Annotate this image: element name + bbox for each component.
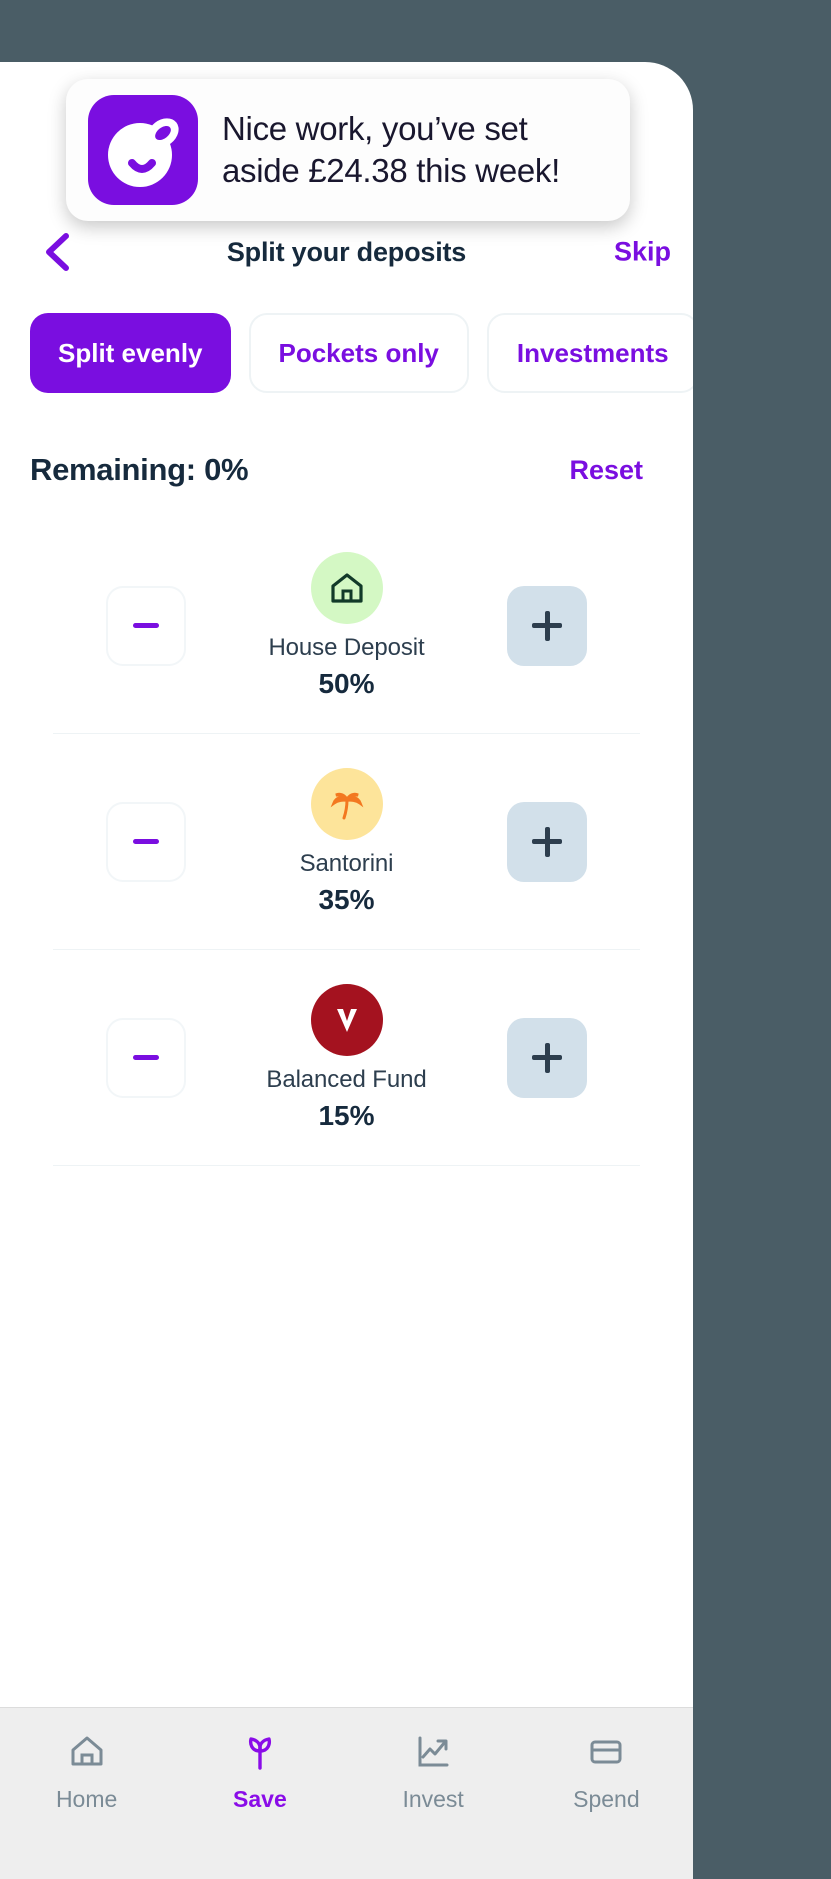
allocation-list: House Deposit 50% xyxy=(0,518,693,1166)
nav-item-home[interactable]: Home xyxy=(0,1730,173,1813)
remaining-label: Remaining: 0% xyxy=(30,452,248,488)
increase-house-deposit-button[interactable] xyxy=(507,586,587,666)
tab-split-evenly[interactable]: Split evenly xyxy=(30,313,231,393)
palm-tree-icon xyxy=(311,768,383,840)
toast-notification[interactable]: Nice work, you’ve set aside £24.38 this … xyxy=(66,79,630,221)
tab-pockets-only[interactable]: Pockets only xyxy=(249,313,469,393)
card-icon xyxy=(584,1730,628,1774)
increase-santorini-button[interactable] xyxy=(507,802,587,882)
tab-bar: Split evenly Pockets only Investments xyxy=(0,313,693,393)
toast-message: Nice work, you’ve set aside £24.38 this … xyxy=(222,108,608,192)
minus-icon xyxy=(133,839,159,844)
reset-button[interactable]: Reset xyxy=(569,455,643,486)
allocation-name: House Deposit xyxy=(268,634,424,662)
tab-label: Split evenly xyxy=(58,338,203,369)
increase-balanced-fund-button[interactable] xyxy=(507,1018,587,1098)
nav-item-spend[interactable]: Spend xyxy=(520,1730,693,1813)
allocation-percent: 15% xyxy=(318,1100,374,1132)
back-button[interactable] xyxy=(30,224,86,280)
nav-label: Home xyxy=(56,1786,117,1813)
home-icon xyxy=(65,1730,109,1774)
decrease-santorini-button[interactable] xyxy=(106,802,186,882)
allocation-name: Santorini xyxy=(300,850,394,878)
summary-row: Remaining: 0% Reset xyxy=(0,452,693,488)
nav-item-save[interactable]: Save xyxy=(173,1730,346,1813)
sprout-icon xyxy=(238,1730,282,1774)
nav-label: Spend xyxy=(573,1786,640,1813)
allocation-percent: 50% xyxy=(318,668,374,700)
page-title: Split your deposits xyxy=(0,237,693,268)
tab-investments[interactable]: Investments xyxy=(487,313,693,393)
nav-item-invest[interactable]: Invest xyxy=(347,1730,520,1813)
allocation-name: Balanced Fund xyxy=(266,1066,426,1094)
app-logo-icon xyxy=(88,95,198,205)
plus-icon xyxy=(532,827,562,857)
skip-button[interactable]: Skip xyxy=(614,237,671,268)
minus-icon xyxy=(133,623,159,628)
bottom-navigation: Home Save Invest Spend xyxy=(0,1707,693,1879)
decrease-house-deposit-button[interactable] xyxy=(106,586,186,666)
plus-icon xyxy=(532,1043,562,1073)
allocation-percent: 35% xyxy=(318,884,374,916)
chevron-left-icon xyxy=(40,230,76,274)
chart-up-icon xyxy=(411,1730,455,1774)
nav-label: Save xyxy=(233,1786,287,1813)
minus-icon xyxy=(133,1055,159,1060)
page-header: Split your deposits Skip xyxy=(0,217,693,287)
allocation-row: Santorini 35% xyxy=(53,734,640,950)
tab-label: Investments xyxy=(517,338,669,369)
phone-screen: Nice work, you’ve set aside £24.38 this … xyxy=(0,62,693,1879)
nav-label: Invest xyxy=(402,1786,463,1813)
house-icon xyxy=(311,552,383,624)
tab-label: Pockets only xyxy=(279,338,439,369)
plus-icon xyxy=(532,611,562,641)
allocation-row: House Deposit 50% xyxy=(53,518,640,734)
allocation-row: Balanced Fund 15% xyxy=(53,950,640,1166)
decrease-balanced-fund-button[interactable] xyxy=(106,1018,186,1098)
vanguard-logo-icon xyxy=(311,984,383,1056)
